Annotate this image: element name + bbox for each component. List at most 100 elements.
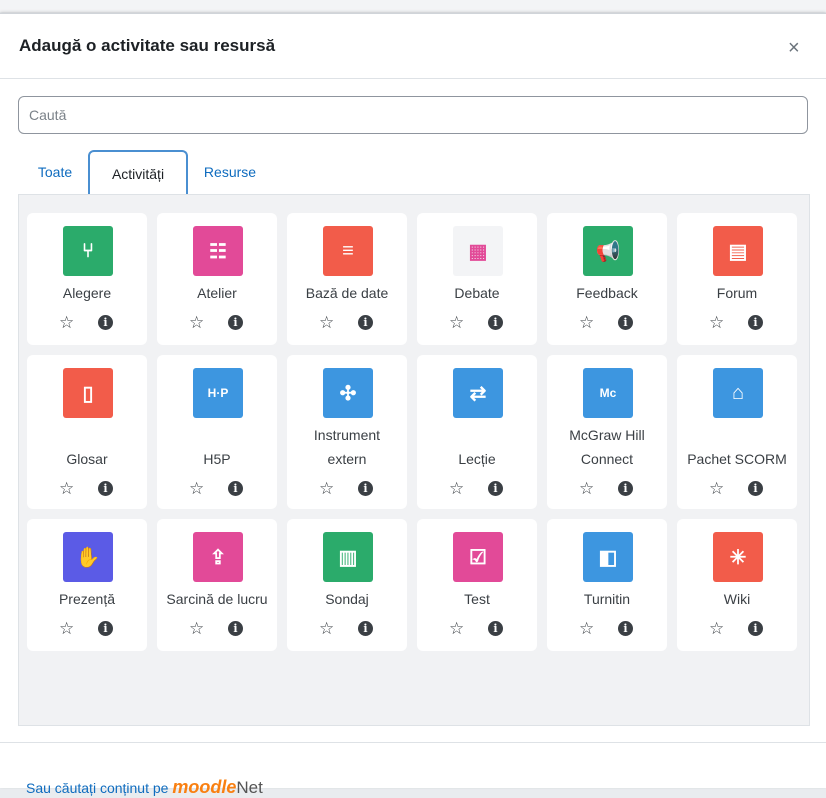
info-icon[interactable]: i — [358, 481, 373, 496]
activity-name: Sarcină de lucru — [166, 591, 268, 607]
activity-card[interactable]: ⇄ Lecție ☆ i — [417, 355, 537, 509]
tab-resources[interactable]: Resurse — [201, 150, 259, 194]
dialog-title: Adaugă o activitate sau resursă — [19, 36, 276, 55]
activity-card[interactable]: 📢 Feedback ☆ i — [547, 213, 667, 345]
star-icon[interactable]: ☆ — [579, 313, 594, 333]
attendance-icon: ✋ — [63, 532, 113, 582]
activity-card[interactable]: ≡ Bază de date ☆ i — [287, 213, 407, 345]
activity-name: Prezență — [58, 591, 116, 607]
star-icon[interactable]: ☆ — [319, 619, 334, 639]
activity-name: McGraw Hill Connect — [569, 427, 645, 467]
tab-activities[interactable]: Activități — [88, 150, 188, 196]
activity-actions: ☆ i — [27, 619, 147, 639]
info-icon[interactable]: i — [618, 621, 633, 636]
star-icon[interactable]: ☆ — [319, 313, 334, 333]
dialog-header: Adaugă o activitate sau resursă × — [0, 14, 826, 79]
activity-actions: ☆ i — [547, 479, 667, 499]
activity-name: Debate — [454, 285, 500, 301]
moodlenet-logo-net: Net — [236, 778, 263, 797]
database-icon: ≡ — [323, 226, 373, 276]
star-icon[interactable]: ☆ — [579, 619, 594, 639]
star-icon[interactable]: ☆ — [449, 479, 464, 499]
info-icon[interactable]: i — [228, 621, 243, 636]
activity-actions: ☆ i — [417, 313, 537, 333]
star-icon[interactable]: ☆ — [59, 479, 74, 499]
activity-card[interactable]: ✣ Instrument extern ☆ i — [287, 355, 407, 509]
star-icon[interactable]: ☆ — [59, 313, 74, 333]
info-icon[interactable]: i — [618, 315, 633, 330]
activity-actions: ☆ i — [677, 619, 797, 639]
info-icon[interactable]: i — [748, 315, 763, 330]
moodlenet-link[interactable]: Sau căutați conținut pe moodleNet — [26, 777, 263, 798]
activity-card[interactable]: ▦ Debate ☆ i — [417, 213, 537, 345]
choice-icon: ⑂ — [63, 226, 113, 276]
assignment-icon: ⇪ — [193, 532, 243, 582]
star-icon[interactable]: ☆ — [709, 619, 724, 639]
activity-card[interactable]: ✋ Prezență ☆ i — [27, 519, 147, 651]
activity-actions: ☆ i — [157, 619, 277, 639]
info-icon[interactable]: i — [98, 481, 113, 496]
page-background-strip — [0, 0, 826, 12]
h5p-icon: H·P — [193, 368, 243, 418]
info-icon[interactable]: i — [748, 481, 763, 496]
activity-card[interactable]: ⇪ Sarcină de lucru ☆ i — [157, 519, 277, 651]
activity-name: Bază de date — [305, 285, 389, 301]
star-icon[interactable]: ☆ — [709, 479, 724, 499]
search-input[interactable] — [18, 96, 808, 134]
activity-name: Forum — [716, 285, 758, 301]
activity-card[interactable]: ◧ Turnitin ☆ i — [547, 519, 667, 651]
wiki-icon: ✳ — [713, 532, 763, 582]
feedback-icon: 📢 — [583, 226, 633, 276]
activity-name: Glosar — [66, 451, 108, 467]
activity-card[interactable]: ▤ Forum ☆ i — [677, 213, 797, 345]
activity-card[interactable]: ⑂ Alegere ☆ i — [27, 213, 147, 345]
info-icon[interactable]: i — [488, 315, 503, 330]
activity-actions: ☆ i — [157, 313, 277, 333]
tab-bar: Toate Activități Resurse — [18, 150, 808, 196]
activity-actions: ☆ i — [417, 479, 537, 499]
info-icon[interactable]: i — [618, 481, 633, 496]
activity-card[interactable]: ✳ Wiki ☆ i — [677, 519, 797, 651]
star-icon[interactable]: ☆ — [189, 313, 204, 333]
info-icon[interactable]: i — [358, 621, 373, 636]
star-icon[interactable]: ☆ — [189, 619, 204, 639]
close-icon[interactable]: × — [788, 38, 800, 58]
info-icon[interactable]: i — [228, 481, 243, 496]
star-icon[interactable]: ☆ — [449, 619, 464, 639]
star-icon[interactable]: ☆ — [59, 619, 74, 639]
star-icon[interactable]: ☆ — [319, 479, 334, 499]
star-icon[interactable]: ☆ — [449, 313, 464, 333]
activity-card[interactable]: Mc McGraw Hill Connect ☆ i — [547, 355, 667, 509]
debate-icon: ▦ — [453, 226, 503, 276]
external-tool-icon: ✣ — [323, 368, 373, 418]
activity-name: Alegere — [62, 285, 112, 301]
star-icon[interactable]: ☆ — [189, 479, 204, 499]
activity-card[interactable]: ⌂ Pachet SCORM ☆ i — [677, 355, 797, 509]
activity-card[interactable]: ▥ Sondaj ☆ i — [287, 519, 407, 651]
add-activity-dialog: Adaugă o activitate sau resursă × Toate … — [0, 13, 826, 797]
activity-grid: ⑂ Alegere ☆ i ☷ Atelier ☆ i ≡ Bază de date ☆ i ▦ Deba… — [18, 194, 810, 726]
activity-card[interactable]: ☑ Test ☆ i — [417, 519, 537, 651]
activity-name: Instrument extern — [313, 427, 381, 467]
activity-actions: ☆ i — [157, 479, 277, 499]
info-icon[interactable]: i — [358, 315, 373, 330]
tab-all[interactable]: Toate — [35, 150, 75, 194]
star-icon[interactable]: ☆ — [579, 479, 594, 499]
info-icon[interactable]: i — [488, 621, 503, 636]
activity-name: Feedback — [576, 285, 638, 301]
activity-name: Lecție — [458, 451, 496, 467]
info-icon[interactable]: i — [228, 315, 243, 330]
activity-card[interactable]: H·P H5P ☆ i — [157, 355, 277, 509]
star-icon[interactable]: ☆ — [709, 313, 724, 333]
activity-card[interactable]: ☷ Atelier ☆ i — [157, 213, 277, 345]
glossary-icon: ▯ — [63, 368, 113, 418]
info-icon[interactable]: i — [748, 621, 763, 636]
activity-name: H5P — [203, 451, 231, 467]
activity-actions: ☆ i — [287, 619, 407, 639]
activity-actions: ☆ i — [27, 479, 147, 499]
info-icon[interactable]: i — [488, 481, 503, 496]
info-icon[interactable]: i — [98, 621, 113, 636]
footer-text: Sau căutați conținut pe — [26, 780, 169, 796]
activity-card[interactable]: ▯ Glosar ☆ i — [27, 355, 147, 509]
info-icon[interactable]: i — [98, 315, 113, 330]
